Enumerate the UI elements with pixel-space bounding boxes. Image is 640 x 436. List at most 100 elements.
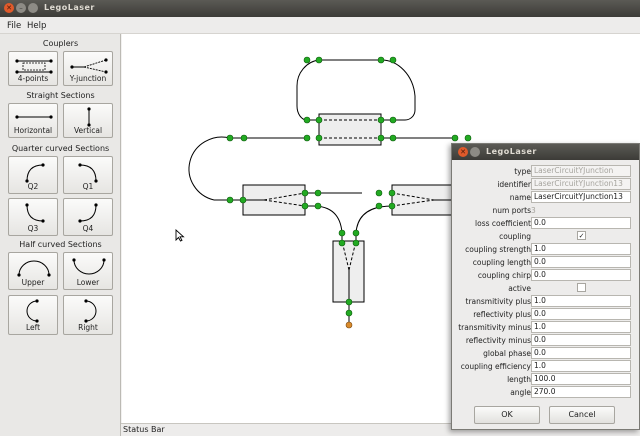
window-title: LegoLaser: [44, 3, 95, 12]
palette-label: Y-junction: [69, 74, 107, 83]
minimize-icon[interactable]: –: [16, 3, 26, 13]
coupling-length-field[interactable]: 0.0: [531, 256, 631, 268]
maximize-icon[interactable]: [28, 3, 38, 13]
dialog-title: LegoLaser: [486, 147, 537, 156]
palette-label: 4-points: [17, 74, 49, 83]
prop-row-coupling-strength: coupling strength 1.0: [452, 243, 639, 256]
palette-label: Vertical: [73, 126, 103, 135]
prop-label: num ports: [492, 206, 531, 215]
prop-row-type: type LaserCircuitYJunction: [452, 165, 639, 178]
prop-label: coupling chirp: [477, 271, 531, 280]
dialog-titlebar[interactable]: ✕ LegoLaser: [452, 144, 639, 160]
prop-label: name: [509, 193, 531, 202]
prop-label: angle: [510, 388, 531, 397]
prop-label: active: [508, 284, 531, 293]
type-field: LaserCircuitYJunction: [531, 165, 631, 177]
prop-row-loss-coefficient: loss coefficient 0.0: [452, 217, 639, 230]
coupling-chirp-field[interactable]: 0.0: [531, 269, 631, 281]
global-phase-field[interactable]: 0.0: [531, 347, 631, 359]
name-field[interactable]: LaserCircuitYJunction13: [531, 191, 631, 203]
palette-button-q1[interactable]: Q1: [63, 156, 113, 194]
prop-row-reflectivity-minus: reflectivity minus 0.0: [452, 334, 639, 347]
palette-button-y-junction[interactable]: Y-junction: [63, 51, 113, 86]
prop-row-active: active: [452, 282, 639, 295]
properties-dialog[interactable]: ✕ LegoLaser type LaserCircuitYJunction i…: [451, 143, 640, 430]
coupling-checkbox[interactable]: ✓: [577, 231, 586, 240]
prop-row-angle: angle 270.0: [452, 386, 639, 399]
angle-field[interactable]: 270.0: [531, 386, 631, 398]
dialog-close-icon[interactable]: ✕: [458, 147, 468, 157]
prop-label: type: [514, 167, 531, 176]
dialog-minimize-icon[interactable]: [470, 147, 480, 157]
window-titlebar[interactable]: ✕ – LegoLaser: [0, 0, 640, 17]
palette-label: Q4: [82, 224, 94, 233]
prop-row-transmitivity-minus: transmitivity minus 1.0: [452, 321, 639, 334]
transmitivity-plus-field[interactable]: 1.0: [531, 295, 631, 307]
length-field[interactable]: 100.0: [531, 373, 631, 385]
menu-bar: File Help: [0, 17, 640, 34]
section-title-straight: Straight Sections: [26, 91, 95, 100]
prop-label: loss coefficient: [475, 219, 531, 228]
palette-label: Q2: [27, 182, 39, 191]
menu-help[interactable]: Help: [27, 21, 46, 31]
prop-row-length: length 100.0: [452, 373, 639, 386]
ok-button[interactable]: OK: [474, 406, 540, 424]
prop-label: coupling: [499, 232, 531, 241]
num-ports-value: 3: [531, 206, 536, 215]
coupling-strength-field[interactable]: 1.0: [531, 243, 631, 255]
loss-coefficient-field[interactable]: 0.0: [531, 217, 631, 229]
active-checkbox[interactable]: [577, 283, 586, 292]
status-text: Status Bar: [123, 425, 165, 434]
prop-label: coupling strength: [465, 245, 531, 254]
prop-row-coupling-length: coupling length 0.0: [452, 256, 639, 269]
prop-row-transmitivity-plus: transmitivity plus 1.0: [452, 295, 639, 308]
palette-label: Right: [78, 323, 98, 332]
palette-button-q2[interactable]: Q2: [8, 156, 58, 194]
prop-row-coupling: coupling ✓: [452, 230, 639, 243]
prop-label: coupling length: [472, 258, 531, 267]
palette-label: Lower: [76, 278, 100, 287]
prop-label: transmitivity minus: [458, 323, 531, 332]
reflectivity-minus-field[interactable]: 0.0: [531, 334, 631, 346]
palette-button-vertical[interactable]: Vertical: [63, 103, 113, 138]
section-title-couplers: Couplers: [42, 39, 79, 48]
prop-label: reflectivity plus: [473, 310, 531, 319]
identifier-field: LaserCircuitYJunction13: [531, 178, 631, 190]
palette-label: Left: [25, 323, 41, 332]
palette-button-q4[interactable]: Q4: [63, 198, 113, 236]
close-icon[interactable]: ✕: [4, 3, 14, 13]
component-palette: Couplers 4-points Y-junction Straight Se…: [0, 34, 121, 436]
prop-row-global-phase: global phase 0.0: [452, 347, 639, 360]
prop-label: global phase: [483, 349, 531, 358]
reflectivity-plus-field[interactable]: 0.0: [531, 308, 631, 320]
section-title-quarter: Quarter curved Sections: [11, 144, 110, 153]
prop-label: identifier: [497, 180, 531, 189]
prop-label: length: [507, 375, 531, 384]
palette-label: Horizontal: [13, 126, 53, 135]
palette-label: Q1: [82, 182, 94, 191]
transmitivity-minus-field[interactable]: 1.0: [531, 321, 631, 333]
palette-button-lower[interactable]: Lower: [63, 252, 113, 290]
prop-row-num-ports: num ports 3: [452, 204, 639, 217]
prop-row-coupling-chirp: coupling chirp 0.0: [452, 269, 639, 282]
palette-button-left[interactable]: Left: [8, 295, 58, 335]
palette-button-right[interactable]: Right: [63, 295, 113, 335]
menu-file[interactable]: File: [7, 21, 21, 31]
palette-button-upper[interactable]: Upper: [8, 252, 58, 290]
prop-label: transmitivity plus: [465, 297, 532, 306]
palette-label: Upper: [21, 278, 45, 287]
palette-label: Q3: [27, 224, 39, 233]
prop-label: coupling efficiency: [460, 362, 531, 371]
palette-button-q3[interactable]: Q3: [8, 198, 58, 236]
mouse-cursor-icon: [175, 229, 185, 242]
prop-row-reflectivity-plus: reflectivity plus 0.0: [452, 308, 639, 321]
section-title-half: Half curved Sections: [19, 240, 102, 249]
prop-row-name: name LaserCircuitYJunction13: [452, 191, 639, 204]
palette-button-4-points[interactable]: 4-points: [8, 51, 58, 86]
prop-label: reflectivity minus: [465, 336, 531, 345]
palette-button-horizontal[interactable]: Horizontal: [8, 103, 58, 138]
coupling-efficiency-field[interactable]: 1.0: [531, 360, 631, 372]
cancel-button[interactable]: Cancel: [549, 406, 615, 424]
prop-row-identifier: identifier LaserCircuitYJunction13: [452, 178, 639, 191]
prop-row-coupling-efficiency: coupling efficiency 1.0: [452, 360, 639, 373]
